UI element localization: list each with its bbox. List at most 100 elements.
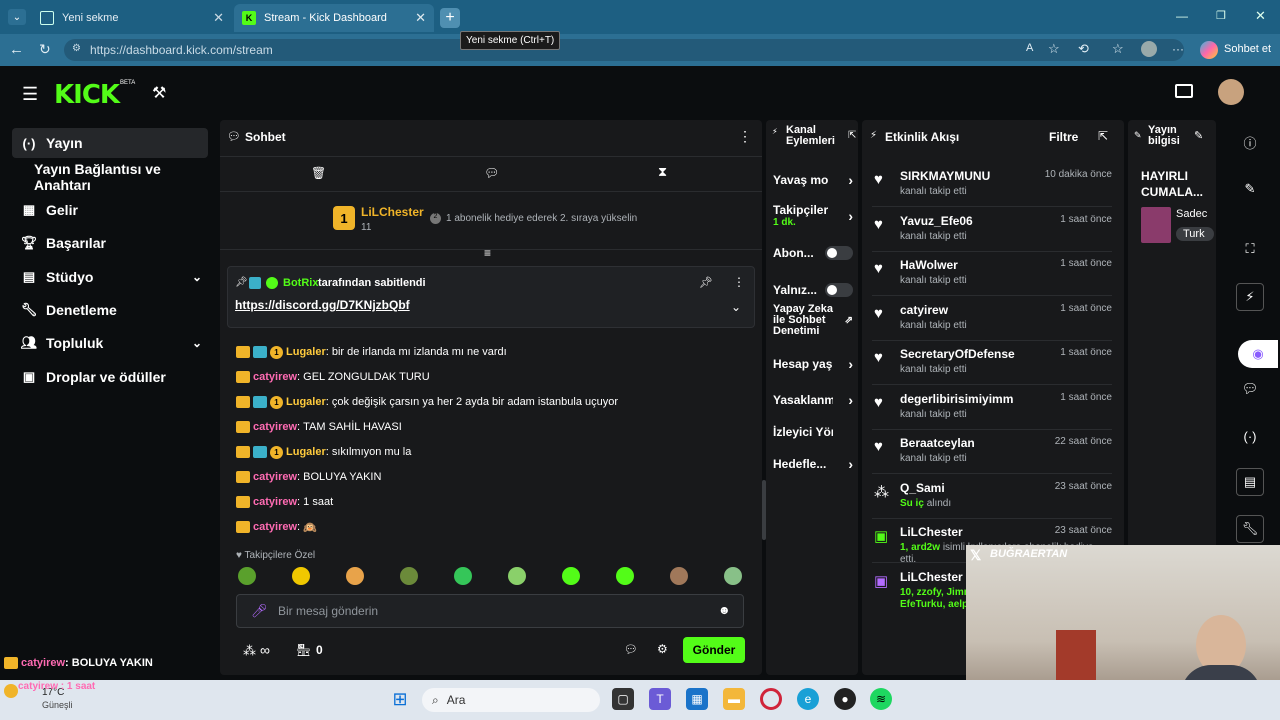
layout-icon[interactable]: ▤: [1236, 468, 1264, 496]
user-avatar[interactable]: [1218, 79, 1244, 105]
teams-icon[interactable]: T: [649, 688, 671, 710]
chat-rail-icon[interactable]: 💬︎: [1236, 375, 1264, 403]
send-button[interactable]: Gönder: [683, 637, 745, 663]
activity-event[interactable]: ♥ Yavuz_Efe06 kanalı takip etti 1 saat önce: [872, 208, 1112, 252]
copilot-label[interactable]: Sohbet et: [1224, 43, 1271, 55]
activity-event[interactable]: ♥ catyirew kanalı takip etti 1 saat önce: [872, 297, 1112, 341]
event-username[interactable]: Q_Sami: [900, 481, 945, 495]
sidebar-item-yayin[interactable]: (·) Yayın: [12, 128, 208, 158]
close-tab-icon[interactable]: ✕: [213, 10, 224, 26]
activity-event[interactable]: ♥ degerlibirisimiyimm kanalı takip etti 1 s…: [872, 386, 1112, 430]
hammer-icon[interactable]: ⚒: [152, 83, 166, 103]
chat-settings-bubble-icon[interactable]: 💬︎: [624, 643, 638, 656]
new-tab-button[interactable]: +: [440, 8, 460, 28]
pinned-by[interactable]: BotRix: [283, 277, 318, 289]
hourglass-icon[interactable]: ⧗: [658, 164, 667, 180]
taskbar-search[interactable]: ⌕ Ara: [422, 688, 600, 712]
pinned-more-icon[interactable]: ⋮: [733, 275, 745, 289]
event-username[interactable]: LiLChester: [900, 525, 963, 539]
close-window-icon[interactable]: ✕: [1255, 8, 1266, 24]
chat-settings-gear-icon[interactable]: ⚙: [657, 642, 668, 656]
unpin-icon[interactable]: 📌︎: [699, 276, 713, 289]
chat-bubble-icon[interactable]: 💬︎: [484, 166, 499, 180]
site-info-icon[interactable]: ⚙: [72, 43, 81, 54]
expand-pinned-icon[interactable]: ⌄: [731, 300, 741, 314]
emote-icon[interactable]: [238, 567, 256, 585]
emote-icon[interactable]: [400, 567, 418, 585]
tab-kick-dashboard[interactable]: K Stream - Kick Dashboard ✕: [234, 4, 434, 32]
creator-mode-icon[interactable]: [1175, 84, 1193, 98]
activity-event[interactable]: ♥ Beraatceylan kanalı takip etti 22 saat ön…: [872, 430, 1112, 474]
tab-list-icon[interactable]: ⌄: [8, 9, 26, 25]
tools-wrench-icon[interactable]: 🔧︎: [1236, 515, 1264, 543]
profile-avatar[interactable]: [1141, 41, 1157, 57]
extensions-icon[interactable]: ⟲: [1078, 41, 1089, 57]
read-aloud-icon[interactable]: A: [1026, 42, 1033, 54]
event-username[interactable]: LiLChester: [900, 570, 963, 584]
emoji-picker-icon[interactable]: ☻: [718, 603, 731, 617]
event-username[interactable]: SIRKMAYMUNU: [900, 169, 990, 183]
spotify-icon[interactable]: ≋: [870, 688, 892, 710]
event-username[interactable]: SecretaryOfDefense: [900, 347, 1015, 361]
emote-icon[interactable]: [670, 567, 688, 585]
sidebar-item-studyo[interactable]: ▤ Stüdyo ⌄: [12, 262, 208, 292]
channel-action-item[interactable]: Hedefle... ›: [773, 456, 853, 472]
broadcast-rail-icon[interactable]: (·): [1236, 422, 1264, 450]
channel-action-item[interactable]: Abon...: [773, 246, 853, 260]
pinned-link[interactable]: https://discord.gg/D7KNjzbQbf: [235, 298, 410, 312]
channel-action-item[interactable]: Yapay Zeka ile Sohbet Denetimi ⇗: [773, 304, 853, 337]
stream-tag[interactable]: Turk: [1176, 227, 1214, 241]
quick-actions-icon[interactable]: ⚡︎: [1236, 283, 1264, 311]
edit-icon[interactable]: ✎: [1236, 175, 1264, 203]
activity-popout-icon[interactable]: ⇱: [1098, 129, 1108, 143]
tab-new-tab[interactable]: Yeni sekme ✕: [32, 4, 232, 32]
activity-event[interactable]: ♥ SecretaryOfDefense kanalı takip etti 1 sa…: [872, 341, 1112, 385]
weather-icon[interactable]: [4, 684, 18, 698]
file-explorer-icon[interactable]: ▬: [723, 688, 745, 710]
url-field[interactable]: ⚙ https://dashboard.kick.com/stream: [64, 39, 1184, 61]
chat-username[interactable]: catyirew: [253, 371, 297, 383]
chat-username[interactable]: catyirew: [253, 496, 297, 508]
emote-icon[interactable]: [346, 567, 364, 585]
chat-username[interactable]: catyirew: [253, 521, 297, 533]
activity-event[interactable]: ♥ HaWolwer kanalı takip etti 1 saat önce: [872, 252, 1112, 296]
minimize-icon[interactable]: —: [1176, 9, 1188, 23]
channel-action-item[interactable]: Yasaklanm ›: [773, 392, 853, 408]
close-tab-icon[interactable]: ✕: [415, 10, 426, 26]
windows-start-icon[interactable]: ⊞: [389, 688, 411, 710]
hamburger-menu-icon[interactable]: ☰: [22, 84, 38, 105]
edge-icon[interactable]: e: [797, 688, 819, 710]
opera-icon[interactable]: [760, 688, 782, 710]
action-toggle[interactable]: [825, 283, 853, 297]
emote-icon[interactable]: [292, 567, 310, 585]
task-view-icon[interactable]: ▢: [612, 688, 634, 710]
sidebar-item-gelir[interactable]: ▦ Gelir: [12, 195, 208, 225]
popout-icon[interactable]: ⇱: [848, 130, 856, 141]
channel-points-icon[interactable]: ⁂: [243, 643, 256, 659]
event-username[interactable]: degerlibirisimiyimm: [900, 392, 1013, 406]
info-icon[interactable]: ⓘ: [1236, 128, 1264, 156]
channel-action-item[interactable]: Yavaş mo ›: [773, 172, 853, 188]
chat-more-icon[interactable]: ⋮: [738, 128, 752, 145]
sidebar-item-droplar[interactable]: ▣ Droplar ve ödüller: [12, 362, 208, 392]
filter-button[interactable]: Filtre: [1049, 130, 1078, 144]
activity-event[interactable]: ⁂ Q_Sami Su iç alındı 23 saat önce: [872, 475, 1112, 519]
activity-event[interactable]: ♥ SIRKMAYMUNU kanalı takip etti 10 dakika ö…: [872, 163, 1112, 207]
event-username[interactable]: HaWolwer: [900, 258, 958, 272]
sidebar-item-topluluk[interactable]: 👥︎ Topluluk ⌄: [12, 328, 208, 358]
trash-icon[interactable]: 🗑︎: [311, 166, 326, 180]
emote-icon[interactable]: [562, 567, 580, 585]
copilot-icon[interactable]: [1200, 41, 1218, 59]
event-username[interactable]: Yavuz_Efe06: [900, 214, 973, 228]
chat-username[interactable]: catyirew: [253, 421, 297, 433]
category-name[interactable]: Sadec: [1176, 208, 1214, 220]
store-icon[interactable]: 🏪︎: [296, 643, 311, 657]
event-username[interactable]: catyirew: [900, 303, 948, 317]
more-menu-icon[interactable]: ···: [1172, 42, 1184, 56]
channel-action-item[interactable]: İzleyici Yönlend: [773, 425, 853, 439]
chat-username[interactable]: catyirew: [253, 471, 297, 483]
emote-icon[interactable]: [454, 567, 472, 585]
channel-action-item[interactable]: Takipçiler 1 dk. ›: [773, 203, 853, 228]
back-icon[interactable]: ←: [9, 41, 24, 58]
kick-logo[interactable]: KICK: [54, 80, 120, 110]
